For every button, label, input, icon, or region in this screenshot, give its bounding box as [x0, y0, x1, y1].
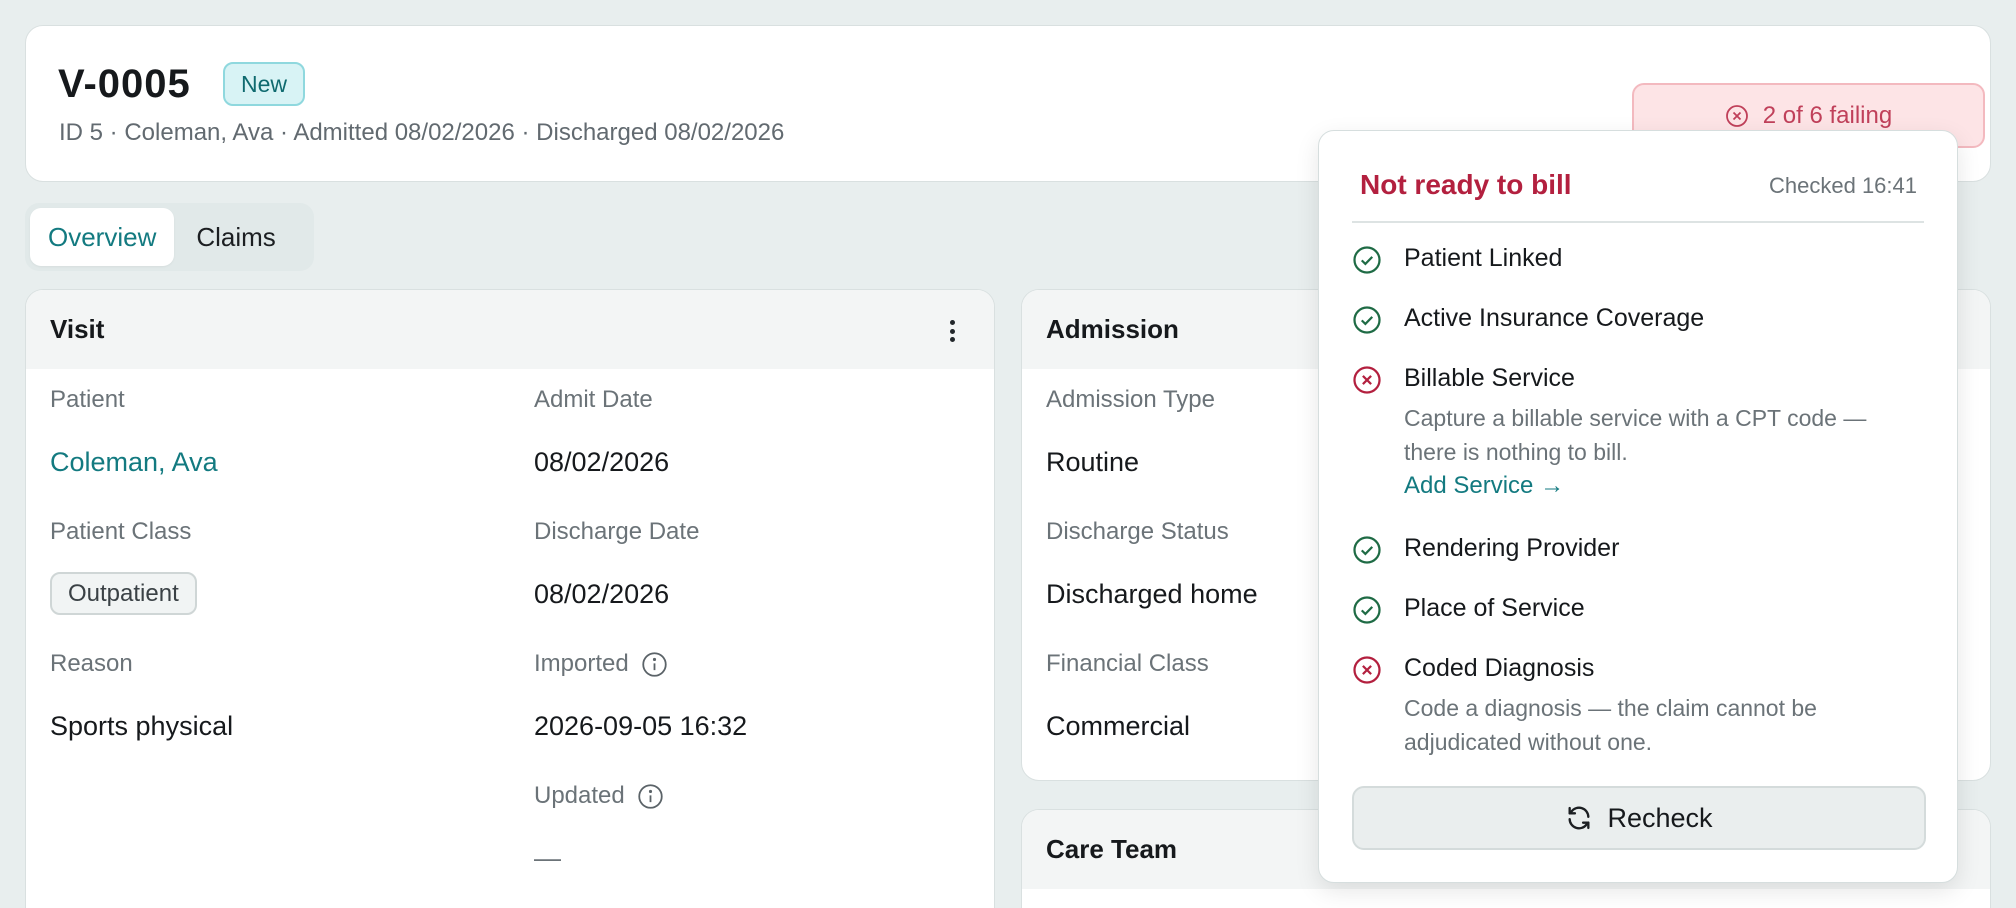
patient-class-label: Patient Class: [50, 518, 192, 545]
visit-meta: ID 5 · Coleman, Ava · Admitted 08/02/202…: [59, 119, 785, 146]
check-label: Place of Service: [1404, 594, 1585, 622]
admission-card-title: Admission: [1046, 314, 1179, 344]
admission-type-label: Admission Type: [1046, 386, 1215, 413]
add-service-link[interactable]: Add Service →: [1404, 472, 1564, 500]
visit-card: Visit Patient Coleman, Ava Admit Date 08…: [25, 289, 995, 908]
discharge-date-label: Discharge Date: [534, 518, 700, 545]
readiness-title: Not ready to bill: [1360, 169, 1572, 200]
info-icon[interactable]: [641, 651, 668, 678]
x-circle-icon: [1725, 104, 1748, 127]
updated-label: Updated: [534, 782, 664, 810]
patient-label: Patient: [50, 386, 125, 413]
check-help-text: Code a diagnosis — the claim cannot be a…: [1404, 695, 1817, 755]
x-circle-icon: [1353, 366, 1381, 394]
failing-label: 2 of 6 failing: [1762, 101, 1893, 129]
tab-bar: Overview Claims: [25, 203, 314, 271]
status-badge: New: [223, 62, 306, 106]
care-team-card-title: Care Team: [1046, 834, 1178, 864]
check-circle-icon: [1353, 246, 1381, 274]
imported-label-text: Imported: [534, 650, 629, 677]
info-icon[interactable]: [637, 783, 664, 810]
recheck-label: Recheck: [1607, 802, 1713, 833]
financial-class-value: Commercial: [1046, 711, 1191, 741]
check-label: Coded Diagnosis: [1404, 654, 1595, 682]
check-label: Active Insurance Coverage: [1404, 304, 1705, 332]
financial-class-label: Financial Class: [1046, 650, 1209, 677]
visit-card-title: Visit: [50, 314, 105, 344]
x-circle-icon: [1353, 656, 1381, 684]
patient-link[interactable]: Coleman, Ava: [50, 447, 218, 478]
check-circle-icon: [1353, 536, 1381, 564]
check-help-text: Capture a billable service with a CPT co…: [1404, 405, 1867, 465]
visit-card-header: Visit: [26, 290, 994, 369]
check-label: Billable Service: [1404, 364, 1575, 392]
recheck-button[interactable]: Recheck: [1352, 786, 1926, 850]
updated-label-text: Updated: [534, 782, 625, 809]
imported-label: Imported: [534, 650, 668, 678]
discharge-status-label: Discharge Status: [1046, 518, 1229, 545]
divider: [1352, 221, 1924, 223]
refresh-icon: [1568, 806, 1590, 830]
check-circle-icon: [1353, 596, 1381, 624]
more-options-icon[interactable]: [948, 320, 956, 342]
check-label: Patient Linked: [1404, 244, 1563, 272]
admit-date-value: 08/02/2026: [534, 447, 670, 477]
discharge-status-value: Discharged home: [1046, 579, 1258, 609]
check-item-coded-diagnosis: Coded Diagnosis Code a diagnosis — the c…: [1352, 654, 1932, 764]
admission-type-value: Routine: [1046, 447, 1140, 477]
page-title: V-0005: [58, 62, 191, 106]
patient-class-chip: Outpatient: [50, 572, 197, 615]
updated-value: —: [534, 843, 561, 873]
discharge-date-value: 08/02/2026: [534, 579, 670, 609]
reason-label: Reason: [50, 650, 133, 677]
admit-date-label: Admit Date: [534, 386, 653, 413]
tab-claims[interactable]: Claims: [178, 208, 293, 266]
check-item-billable-service: Billable Service Capture a billable serv…: [1352, 364, 1932, 504]
check-circle-icon: [1353, 306, 1381, 334]
check-label: Rendering Provider: [1404, 534, 1620, 562]
readiness-checked-time: Checked 16:41: [1769, 173, 1917, 198]
reason-value: Sports physical: [50, 711, 234, 741]
imported-value: 2026-09-05 16:32: [534, 711, 748, 741]
billing-readiness-popover: Not ready to bill Checked 16:41 Patient …: [1318, 130, 1958, 883]
tab-overview[interactable]: Overview: [30, 208, 175, 266]
